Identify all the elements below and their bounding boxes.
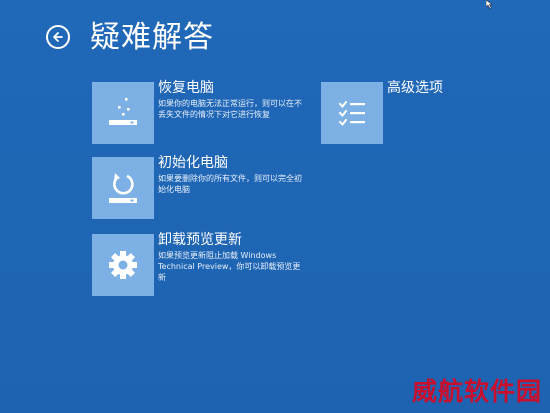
mouse-cursor-icon [486,0,493,9]
sparkle-drive-icon [109,98,137,125]
back-button[interactable] [46,25,70,49]
gear-icon [109,251,137,279]
back-arrow-icon [53,32,63,42]
option-tile [92,157,154,219]
option-description: 如果你的电脑无法正常运行，则可以在不丢失文件的情况下对它进行恢复 [158,99,302,119]
option-reset-pc[interactable]: 初始化电脑 如果要删除你的所有文件，则可以完全初始化电脑 [92,155,307,219]
checklist-icon [338,100,365,127]
option-restore-pc[interactable]: 恢复电脑 如果你的电脑无法正常运行，则可以在不丢失文件的情况下对它进行恢复 [92,80,307,144]
option-title: 卸载预览更新 [158,232,242,248]
option-description: 如果预览更新阻止加载 Windows Technical Preview，你可以… [158,251,301,282]
option-tile [92,82,154,144]
option-tile [321,82,383,144]
option-uninstall-preview-updates[interactable]: 卸载预览更新 如果预览更新阻止加载 Windows Technical Prev… [92,232,307,296]
option-title: 高级选项 [387,80,443,96]
option-title: 恢复电脑 [158,80,214,96]
page-title: 疑难解答 [90,20,214,55]
option-description: 如果要删除你的所有文件，则可以完全初始化电脑 [158,174,302,194]
option-title: 初始化电脑 [158,155,228,171]
option-tile [92,234,154,296]
option-advanced-options[interactable]: 高级选项 [321,80,471,144]
watermark: 威航软件园 [411,377,542,406]
troubleshoot-screen: 疑难解答 恢复电脑 如果你的电脑无法正常运行，则可以在不丢失文件的情况下对它进行… [0,0,550,413]
refresh-drive-icon [109,173,137,203]
